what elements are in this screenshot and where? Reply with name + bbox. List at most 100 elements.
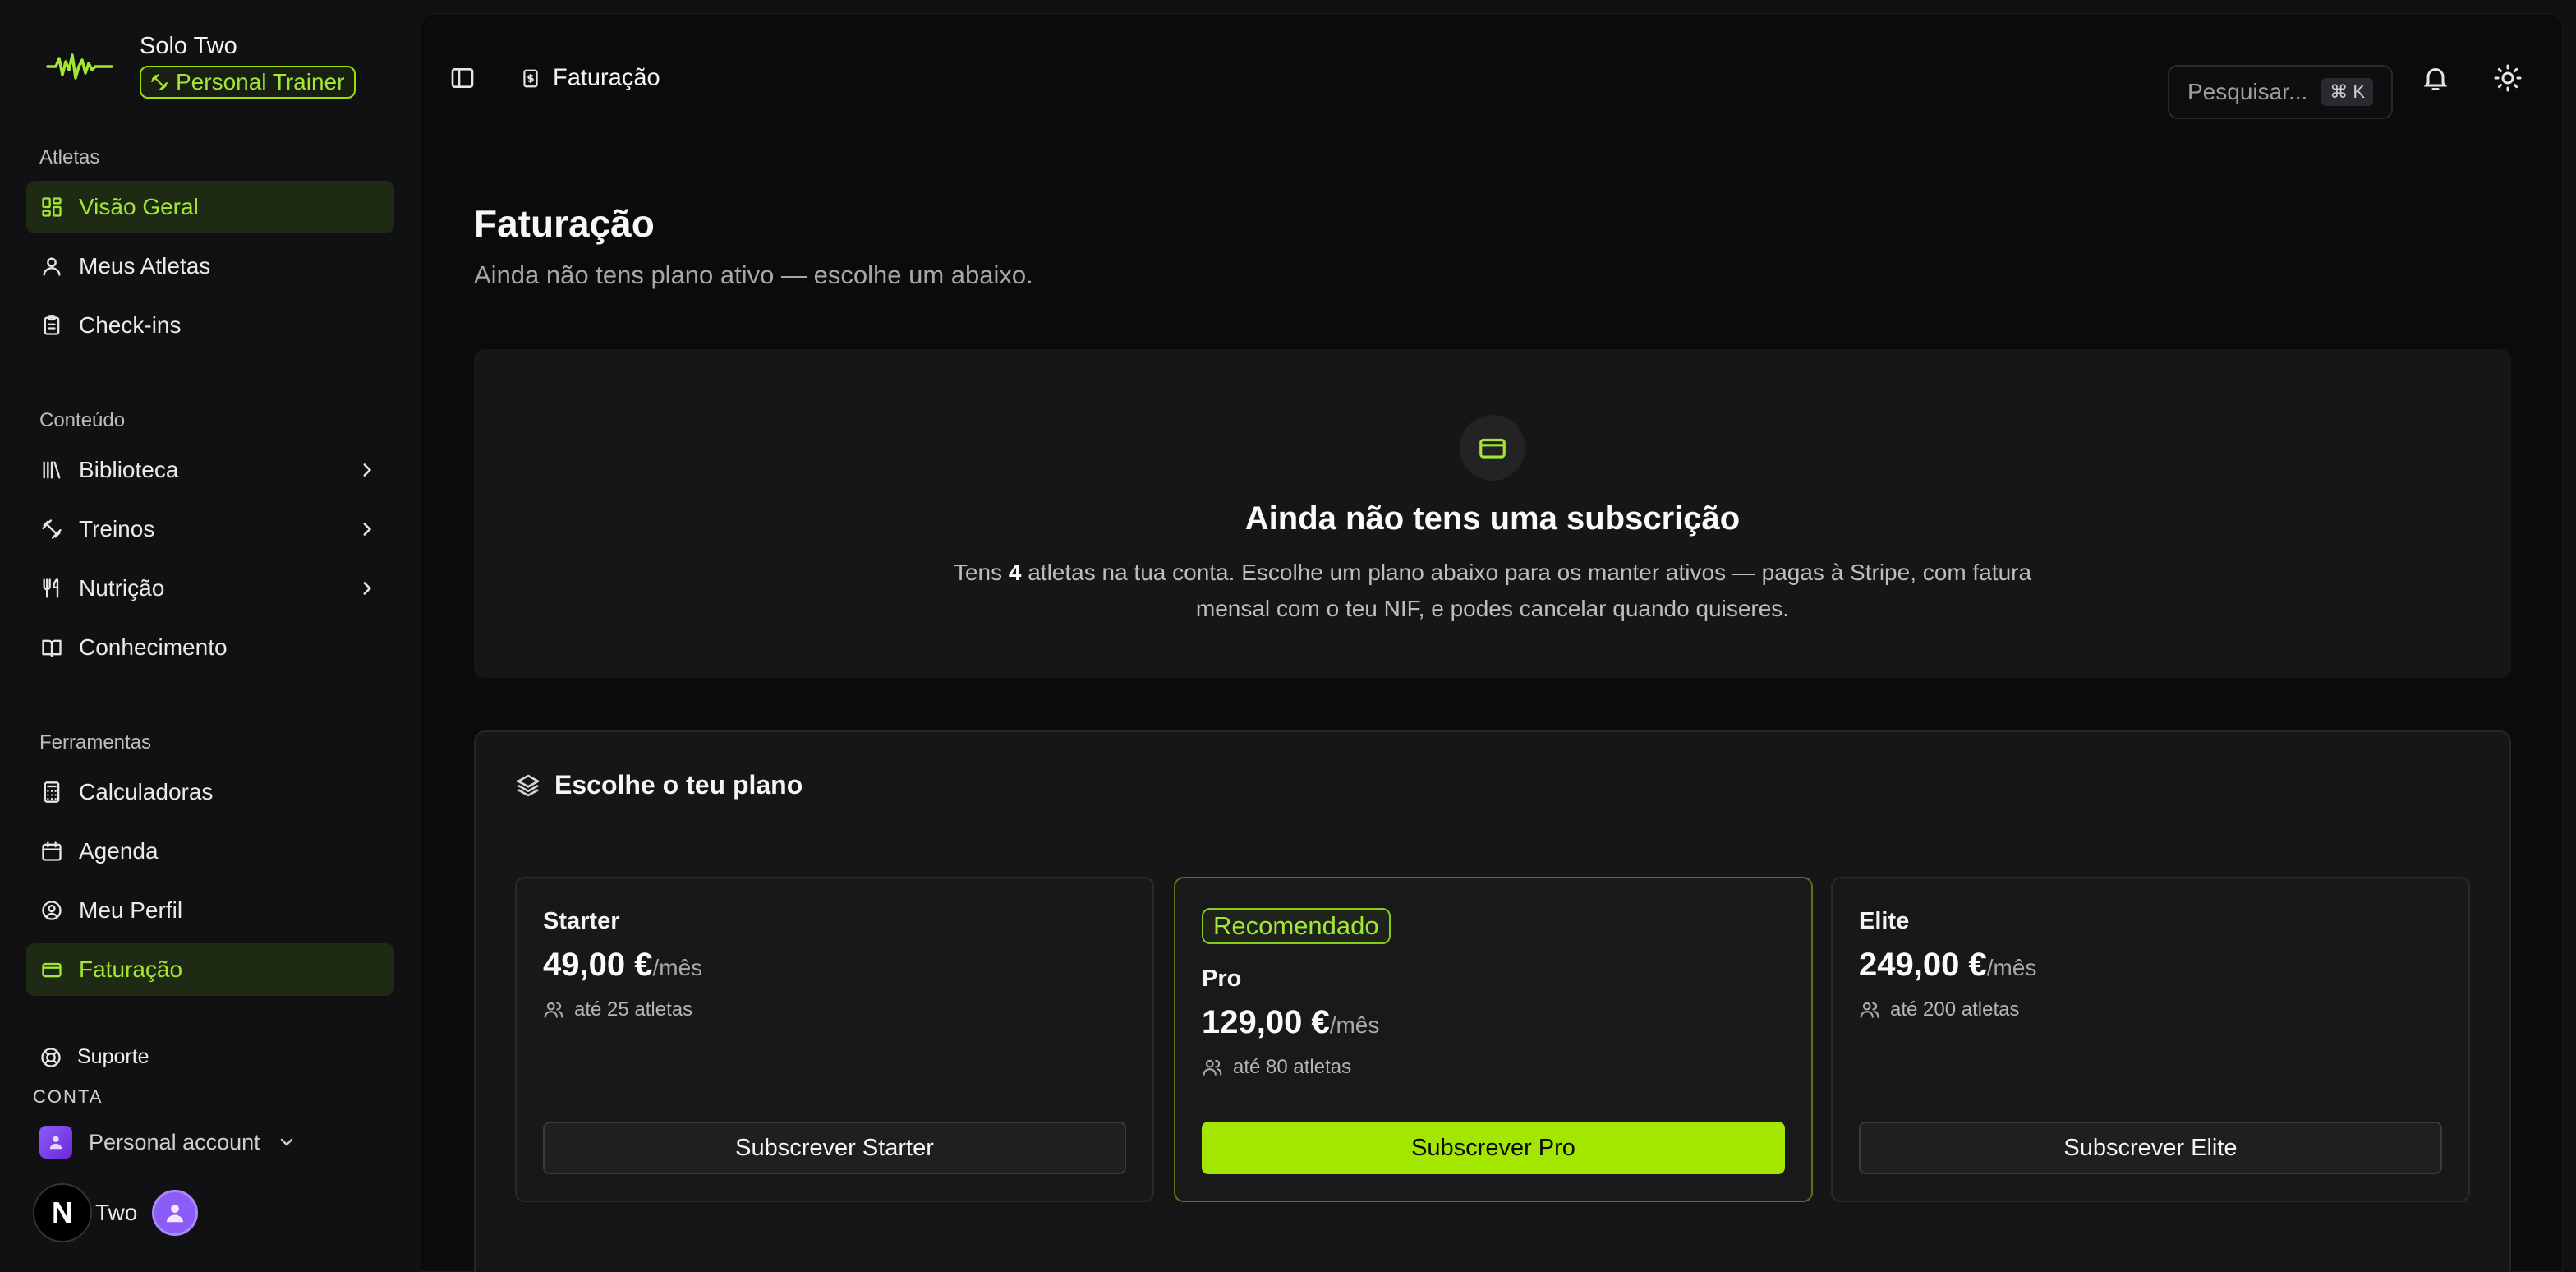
plan-card-starter: Starter 49,00 €/mês até 25 atletas Subscrev…: [515, 877, 1154, 1202]
bell-icon[interactable]: [2421, 63, 2450, 93]
user-menu[interactable]: N Two: [33, 1183, 199, 1242]
brand-name: Solo Two: [140, 33, 237, 59]
nav-section-heading: Atletas: [39, 146, 100, 168]
credit-card-icon: [1460, 415, 1525, 481]
account-switcher[interactable]: Personal account: [39, 1126, 297, 1159]
sidebar-toggle-icon[interactable]: [449, 65, 476, 91]
n-logo-icon: N: [33, 1183, 92, 1242]
sidebar-item-label: Conhecimento: [79, 634, 228, 660]
search-shortcut: ⌘ K: [2321, 78, 2373, 106]
book-icon: [39, 635, 64, 660]
clipboard-icon: [39, 313, 64, 338]
plan-limit: até 80 atletas: [1202, 1056, 1785, 1079]
brand[interactable]: Solo Two Personal Trainer: [46, 31, 356, 102]
sidebar-item-label: Calculadoras: [79, 779, 214, 804]
chevron-right-icon: [363, 582, 372, 595]
calculator-icon: [39, 780, 64, 804]
plan-name: Pro: [1202, 966, 1242, 992]
sun-icon[interactable]: [2493, 63, 2523, 93]
subscribe-pro-button[interactable]: Subscrever Pro: [1202, 1122, 1785, 1174]
breadcrumb: Faturação: [520, 65, 660, 92]
invoice-icon: [523, 69, 538, 87]
subscribe-starter-button[interactable]: Subscrever Starter: [543, 1122, 1126, 1174]
role-badge: Personal Trainer: [140, 66, 356, 99]
plan-price-amount: 249,00 €: [1859, 947, 1987, 983]
sidebar-item-label: Treinos: [79, 516, 155, 542]
plan-price-period: /mês: [652, 955, 703, 980]
topbar: Faturação Pesquisar... ⌘ K: [421, 14, 2562, 119]
sidebar-item-label: Meu Perfil: [79, 897, 183, 923]
sidebar-item-label: Nutrição: [79, 575, 165, 601]
sidebar-item-label: Visão Geral: [79, 194, 199, 219]
app-root: Solo Two Personal Trainer Atletas Visão G…: [0, 0, 2576, 1272]
account-label: Personal account: [89, 1129, 260, 1154]
plan-name: Starter: [543, 908, 620, 934]
utensils-icon: [39, 576, 64, 601]
sidebar-item-label: Biblioteca: [79, 457, 179, 482]
chevron-down-icon: [280, 1138, 292, 1146]
users-icon: [1203, 1059, 1222, 1076]
plan-price-period: /mês: [1329, 1012, 1380, 1038]
nav-section-2: Ferramentas Calculadoras Agenda Meu Perfil F…: [26, 726, 394, 996]
sidebar-item-check-ins[interactable]: Check-ins: [26, 299, 394, 352]
library-icon: [39, 458, 64, 482]
nav-section-heading: Ferramentas: [39, 731, 152, 754]
recommended-badge: Recomendado: [1202, 908, 1391, 944]
athlete-count: 4: [1008, 560, 1022, 585]
credit-card-icon: [39, 957, 64, 982]
role-label: Personal Trainer: [176, 69, 345, 94]
search-input[interactable]: Pesquisar... ⌘ K: [2168, 65, 2393, 119]
plan-limit-label: até 25 atletas: [574, 998, 693, 1021]
breadcrumb-label: Faturação: [553, 64, 660, 91]
sidebar: Solo Two Personal Trainer Atletas Visão G…: [0, 0, 421, 1272]
sidebar-item-conhecimento[interactable]: Conhecimento: [26, 621, 394, 674]
sidebar-item-faturacao[interactable]: Faturação: [26, 943, 394, 996]
page-subtitle: Ainda não tens plano ativo — escolhe um …: [474, 260, 1033, 289]
users-icon: [544, 1002, 564, 1018]
dashboard-icon: [39, 195, 64, 219]
sidebar-item-biblioteca[interactable]: Biblioteca: [26, 444, 394, 496]
dumbbell-icon: [39, 517, 64, 542]
sidebar-item-label: Meus Atletas: [79, 253, 211, 279]
plan-limit: até 200 atletas: [1859, 998, 2442, 1021]
sidebar-item-meus-atletas[interactable]: Meus Atletas: [26, 240, 394, 293]
text-before: Tens: [953, 560, 1009, 585]
main-panel: Faturação Pesquisar... ⌘ K Faturação Ain…: [421, 13, 2563, 1272]
sidebar-item-treinos[interactable]: Treinos: [26, 503, 394, 555]
plan-price-amount: 49,00 €: [543, 947, 653, 983]
chevron-right-icon: [363, 463, 372, 477]
page-title: Faturação: [474, 202, 655, 245]
plan-name: Elite: [1859, 908, 1910, 934]
sidebar-item-nutricao[interactable]: Nutrição: [26, 562, 394, 615]
support-link[interactable]: Suporte: [39, 1045, 150, 1069]
sidebar-item-label: Faturação: [79, 956, 183, 982]
account-avatar: [39, 1126, 72, 1159]
search-placeholder: Pesquisar...: [2187, 79, 2308, 104]
no-subscription-text: Tens 4 atletas na tua conta. Escolhe um …: [934, 555, 2051, 627]
calendar-icon: [39, 839, 64, 864]
plan-limit: até 25 atletas: [543, 998, 1126, 1021]
sidebar-item-calculadoras[interactable]: Calculadoras: [26, 766, 394, 818]
plan-limit-label: até 200 atletas: [1890, 998, 2020, 1021]
plans-heading: Escolhe o teu plano: [554, 770, 803, 800]
nav-section-0: Atletas Visão Geral Meus Atletas Check-ins: [26, 141, 394, 352]
sidebar-item-label: Check-ins: [79, 312, 182, 338]
subscribe-elite-button[interactable]: Subscrever Elite: [1859, 1122, 2442, 1174]
plan-card-pro: Recomendado Pro 129,00 €/mês até 80 atletas…: [1174, 877, 1813, 1202]
sidebar-item-meu-perfil[interactable]: Meu Perfil: [26, 884, 394, 937]
plan-price: 129,00 €/mês: [1202, 1004, 1785, 1041]
layers-icon: [517, 774, 540, 796]
plans-header: Escolhe o teu plano: [515, 770, 803, 800]
user-avatar[interactable]: [152, 1190, 199, 1236]
user-icon: [39, 254, 64, 279]
chevron-right-icon: [363, 523, 372, 536]
sidebar-item-agenda[interactable]: Agenda: [26, 825, 394, 878]
plan-price-period: /mês: [1986, 955, 2037, 980]
no-subscription-title: Ainda não tens uma subscrição: [1244, 500, 1741, 537]
plan-price: 49,00 €/mês: [543, 947, 1126, 984]
plan-card-elite: Elite 249,00 €/mês até 200 atletas Subscrev…: [1831, 877, 2470, 1202]
sidebar-item-visao-geral[interactable]: Visão Geral: [26, 181, 394, 233]
plan-price: 249,00 €/mês: [1859, 947, 2442, 984]
sidebar-item-label: Agenda: [79, 838, 159, 864]
dumbbell-icon: [151, 74, 168, 90]
